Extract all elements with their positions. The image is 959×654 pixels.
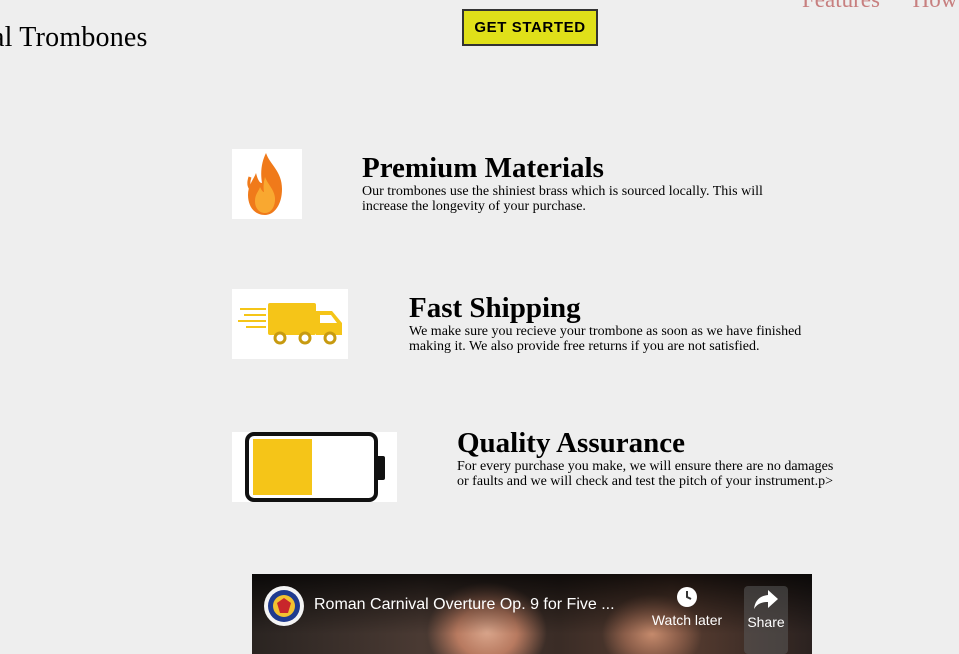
youtube-video-embed[interactable]: Roman Carnival Overture Op. 9 for Five .…: [252, 574, 812, 654]
clock-icon: [677, 587, 697, 607]
feature-title-premium-materials: Premium Materials: [362, 152, 604, 184]
battery-icon: [232, 432, 397, 502]
top-nav: Features How: [802, 0, 959, 13]
watch-later-button[interactable]: Watch later: [650, 586, 724, 628]
get-started-button[interactable]: GET STARTED: [462, 9, 598, 46]
watch-later-label: Watch later: [651, 612, 723, 628]
feature-description-premium-materials: Our trombones use the shiniest brass whi…: [362, 184, 763, 214]
nav-link-features[interactable]: Features: [802, 0, 880, 12]
feature-title-fast-shipping: Fast Shipping: [409, 292, 581, 324]
feature-description-quality-assurance: For every purchase you make, we will ens…: [457, 459, 834, 489]
nav-link-how[interactable]: How: [913, 0, 958, 12]
fire-icon: [232, 149, 302, 219]
share-button[interactable]: Share: [744, 586, 788, 654]
brand-title: al Trombones: [0, 22, 148, 53]
feature-description-fast-shipping: We make sure you recieve your trombone a…: [409, 324, 802, 354]
feature-title-quality-assurance: Quality Assurance: [457, 427, 685, 459]
share-arrow-icon: [754, 590, 778, 609]
video-title[interactable]: Roman Carnival Overture Op. 9 for Five .…: [314, 596, 615, 614]
share-label: Share: [747, 614, 785, 630]
channel-logo-icon[interactable]: [264, 586, 304, 626]
delivery-truck-icon: [232, 289, 348, 359]
